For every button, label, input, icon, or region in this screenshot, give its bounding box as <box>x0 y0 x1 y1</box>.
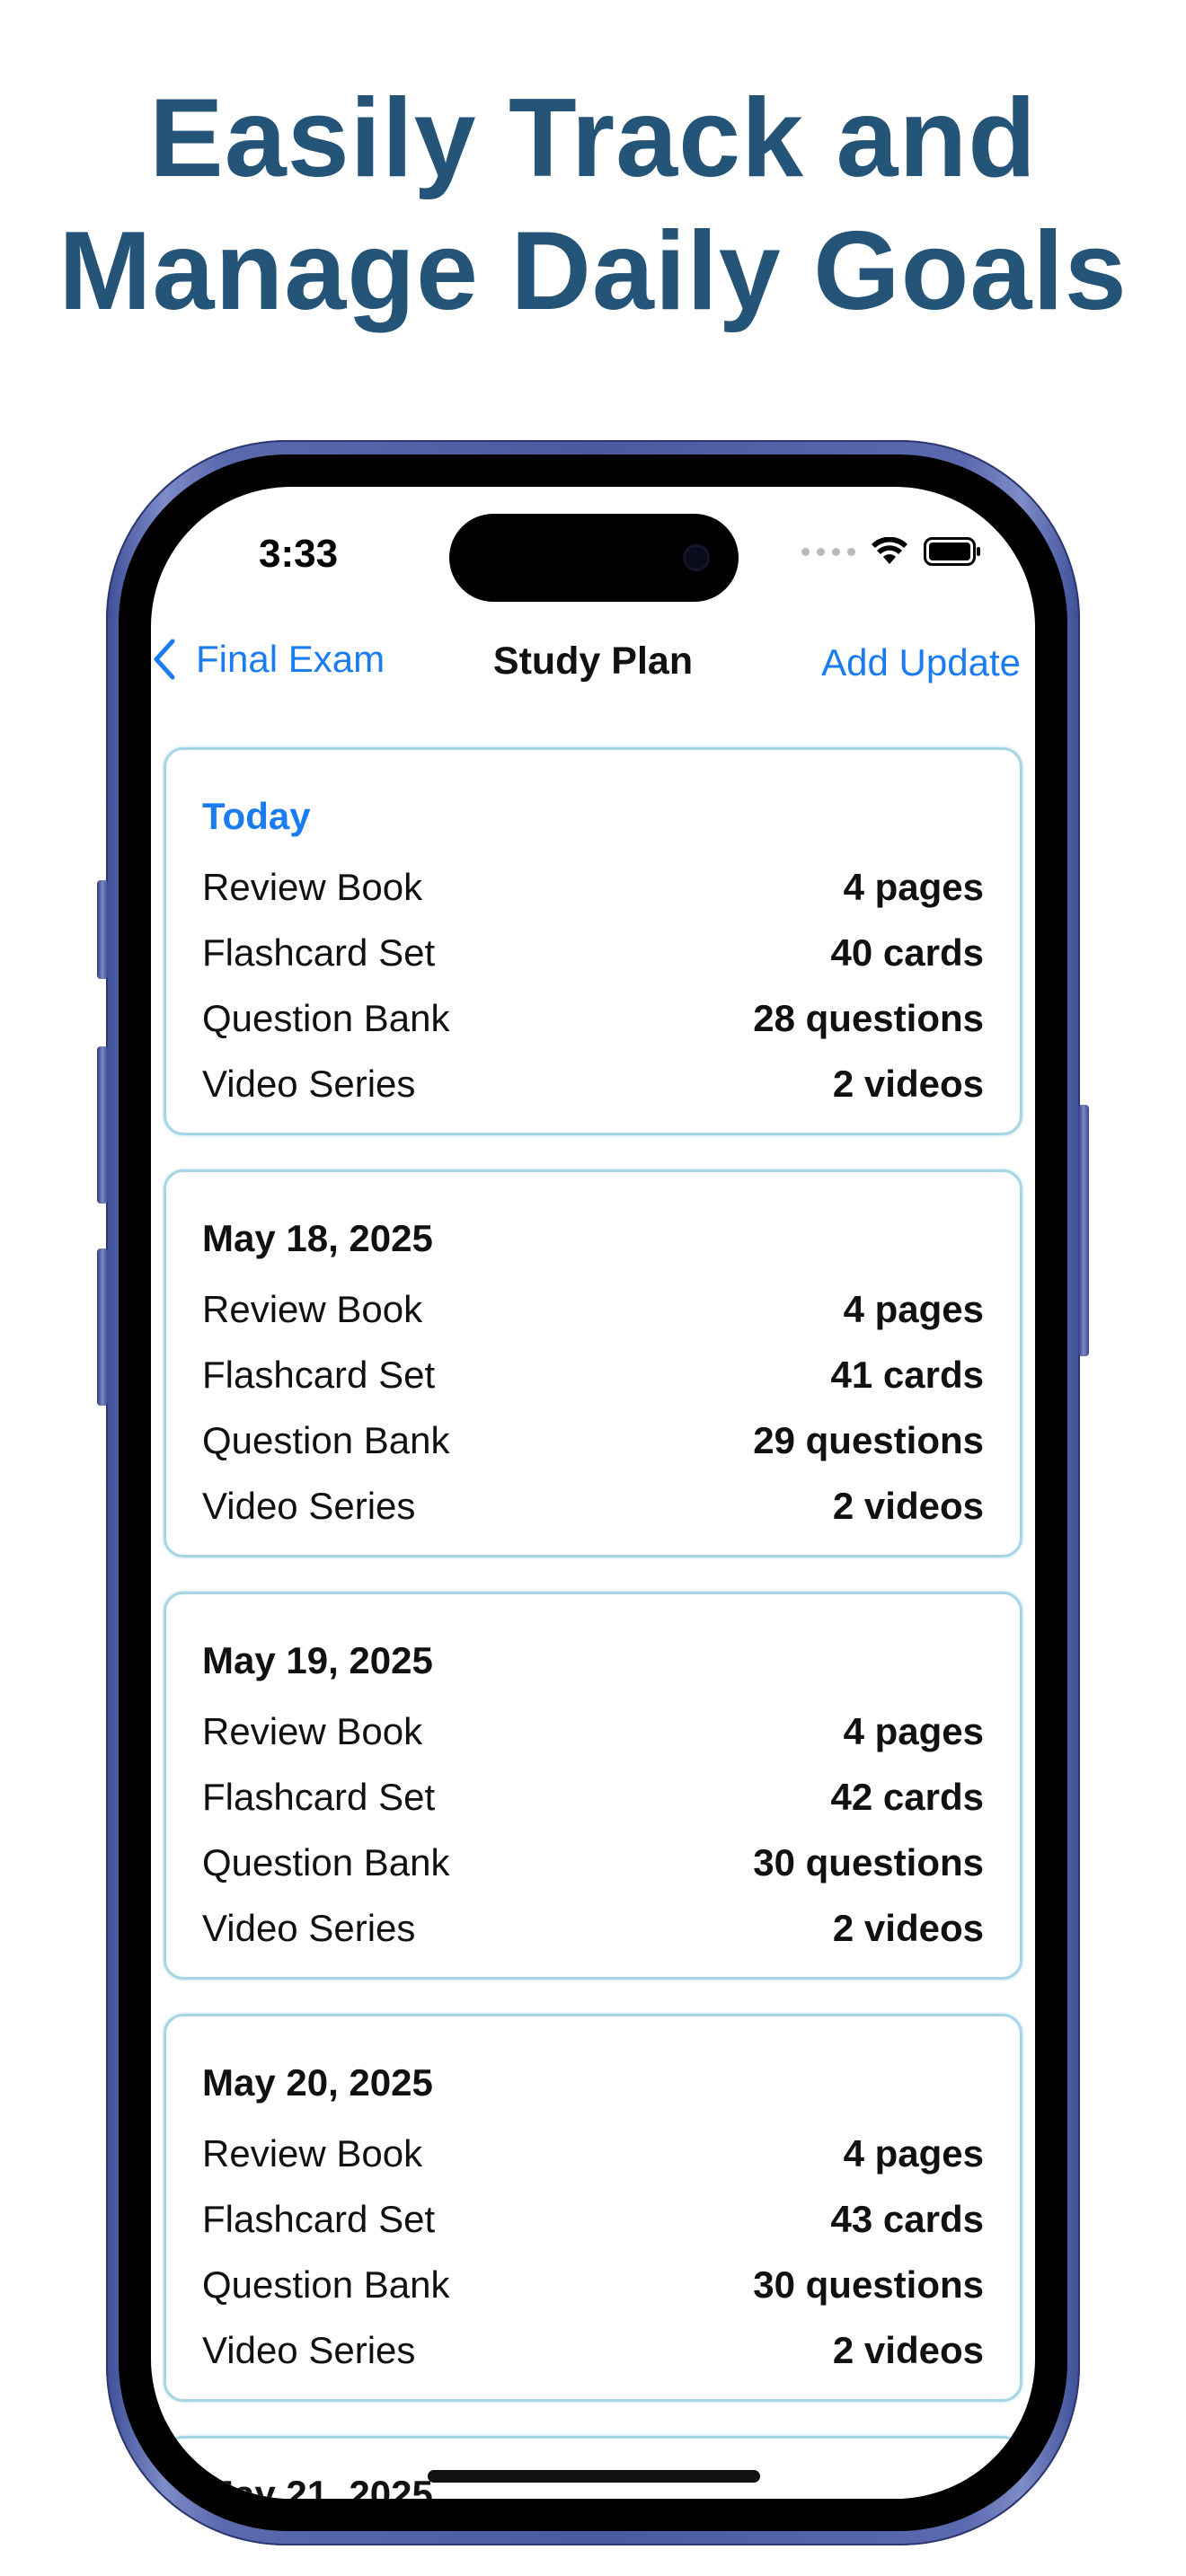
plan-row: Review Book 4 pages <box>202 1276 984 1342</box>
plan-row: Video Series 2 videos <box>202 1051 984 1116</box>
front-camera-icon <box>683 544 710 571</box>
resource-label: Review Book <box>202 1709 423 1752</box>
signal-dots-icon <box>801 547 855 556</box>
resource-amount: 30 questions <box>753 2263 984 2306</box>
resource-label: Flashcard Set <box>202 931 436 974</box>
resource-amount: 4 pages <box>843 1709 984 1752</box>
resource-label: Flashcard Set <box>202 1775 436 1818</box>
plan-card-may-20[interactable]: May 20, 2025 Review Book 4 pages Flashca… <box>164 2014 1022 2402</box>
headline-line-1: Easily Track and <box>149 76 1037 200</box>
plan-row: Question Bank 29 questions <box>202 1407 984 1473</box>
add-update-button[interactable]: Add Update <box>821 641 1021 684</box>
card-date-title: May 19, 2025 <box>202 1639 433 1681</box>
resource-label: Review Book <box>202 1287 423 1330</box>
app-store-screenshot: Easily Track and Manage Daily Goals 3:33 <box>0 0 1186 2576</box>
status-time: 3:33 <box>259 532 339 576</box>
resource-amount: 43 cards <box>830 2197 984 2240</box>
plan-row: Review Book 4 pages <box>202 2121 984 2186</box>
resource-label: Flashcard Set <box>202 2197 436 2240</box>
resource-amount: 4 pages <box>843 865 984 908</box>
volume-up-button <box>97 1046 108 1204</box>
battery-icon <box>924 537 980 566</box>
resource-amount: 2 videos <box>832 1062 984 1105</box>
plan-row: Video Series 2 videos <box>202 2317 984 2383</box>
resource-amount: 41 cards <box>830 1353 984 1396</box>
dynamic-island <box>449 514 739 602</box>
resource-amount: 42 cards <box>830 1775 984 1818</box>
home-indicator[interactable] <box>428 2470 760 2483</box>
resource-label: Review Book <box>202 2131 423 2175</box>
headline-line-2: Manage Daily Goals <box>58 209 1128 333</box>
plan-card-may-19[interactable]: May 19, 2025 Review Book 4 pages Flashca… <box>164 1592 1022 1980</box>
navigation-bar: Final Exam Study Plan Add Update <box>151 631 1035 702</box>
resource-amount: 29 questions <box>753 1418 984 1461</box>
resource-amount: 40 cards <box>830 931 984 974</box>
plan-row: Flashcard Set 43 cards <box>202 2186 984 2252</box>
resource-amount: 2 videos <box>832 1906 984 1949</box>
action-button <box>97 880 108 979</box>
status-icons <box>801 537 981 566</box>
resource-label: Question Bank <box>202 1840 450 1883</box>
plan-row: Question Bank 30 questions <box>202 2252 984 2317</box>
card-date-title: May 18, 2025 <box>202 1217 433 1259</box>
resource-label: Question Bank <box>202 996 450 1039</box>
wifi-icon <box>872 537 907 564</box>
volume-down-button <box>97 1248 108 1406</box>
resource-amount: 2 videos <box>832 2328 984 2371</box>
power-button <box>1078 1105 1089 1356</box>
plan-row: Flashcard Set 40 cards <box>202 920 984 985</box>
plan-card-may-18[interactable]: May 18, 2025 Review Book 4 pages Flashca… <box>164 1169 1022 1557</box>
resource-amount: 4 pages <box>843 2131 984 2175</box>
plan-row: Flashcard Set 42 cards <box>202 1764 984 1830</box>
plan-card-today[interactable]: Today Review Book 4 pages Flashcard Set … <box>164 747 1022 1135</box>
plan-row: Review Book 4 pages <box>202 1698 984 1764</box>
resource-amount: 2 videos <box>832 1484 984 1527</box>
plan-row: Flashcard Set 41 cards <box>202 1342 984 1407</box>
resource-label: Video Series <box>202 2328 416 2371</box>
resource-label: Flashcard Set <box>202 1353 436 1396</box>
resource-label: Question Bank <box>202 1418 450 1461</box>
resource-amount: 28 questions <box>753 996 984 1039</box>
resource-amount: 4 pages <box>843 1287 984 1330</box>
plan-row: Question Bank 30 questions <box>202 1830 984 1895</box>
resource-label: Video Series <box>202 1906 416 1949</box>
plan-row: Question Bank 28 questions <box>202 985 984 1051</box>
resource-label: Video Series <box>202 1062 416 1105</box>
plan-card-may-21[interactable]: May 21, 2025 <box>164 2436 1022 2499</box>
plan-row: Video Series 2 videos <box>202 1895 984 1961</box>
study-plan-list: Today Review Book 4 pages Flashcard Set … <box>164 747 1022 2499</box>
resource-label: Review Book <box>202 865 423 908</box>
marketing-headline: Easily Track and Manage Daily Goals <box>0 72 1186 338</box>
resource-amount: 30 questions <box>753 1840 984 1883</box>
card-date-title: Today <box>202 795 311 837</box>
resource-label: Video Series <box>202 1484 416 1527</box>
resource-label: Question Bank <box>202 2263 450 2306</box>
plan-row: Video Series 2 videos <box>202 1473 984 1539</box>
card-date-title: May 20, 2025 <box>202 2061 433 2104</box>
phone-screen: 3:33 Final Exam Study Plan Add Update To… <box>151 487 1035 2499</box>
plan-row: Review Book 4 pages <box>202 854 984 920</box>
